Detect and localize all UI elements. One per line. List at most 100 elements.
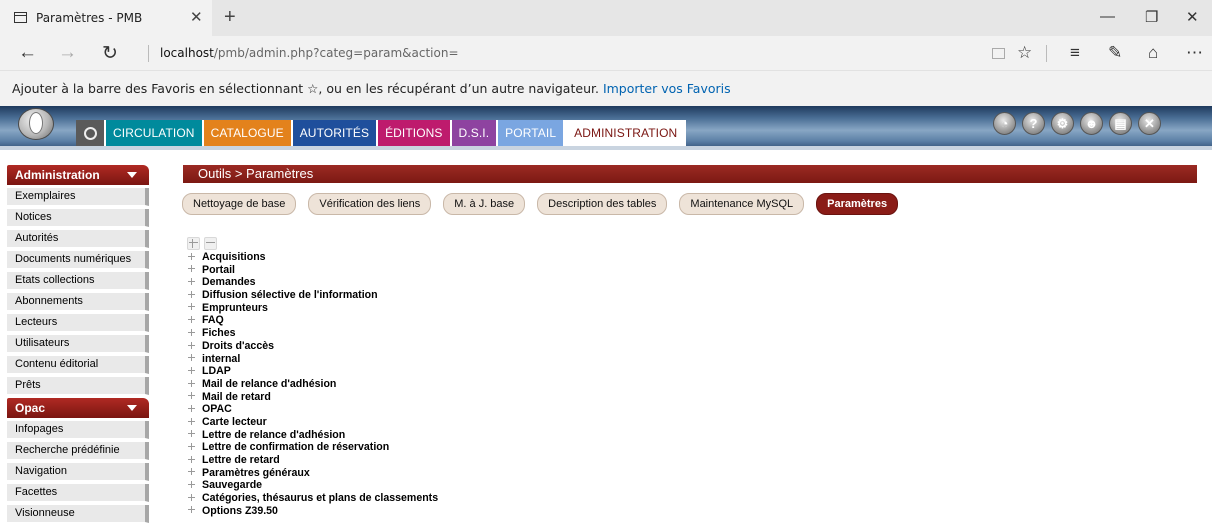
back-icon[interactable]: ←	[18, 42, 37, 64]
sidebar-item-recherche-predefinie[interactable]: Recherche prédéfinie	[7, 442, 149, 460]
expand-icon[interactable]	[187, 404, 196, 413]
tree-item[interactable]: Lettre de confirmation de réservation	[187, 441, 438, 454]
expand-icon[interactable]	[187, 379, 196, 388]
web-note-icon[interactable]: ✎	[1108, 43, 1122, 63]
sidebar-item-prets[interactable]: Prêts	[7, 377, 149, 395]
tree-item[interactable]: Mail de retard	[187, 391, 438, 404]
expand-icon[interactable]	[187, 366, 196, 375]
tree-item[interactable]: Mail de relance d'adhésion	[187, 378, 438, 391]
tab-maintenance-mysql[interactable]: Maintenance MySQL	[679, 193, 805, 215]
expand-icon[interactable]	[187, 252, 196, 261]
tree-item[interactable]: Carte lecteur	[187, 416, 438, 429]
expand-icon[interactable]	[187, 277, 196, 286]
expand-all-icon[interactable]	[187, 237, 200, 250]
tab-maj-base[interactable]: M. à J. base	[443, 193, 526, 215]
expand-icon[interactable]	[187, 505, 196, 514]
expand-icon[interactable]	[187, 442, 196, 451]
tree-item[interactable]: Options Z39.50	[187, 505, 438, 518]
sidebar-item-facettes[interactable]: Facettes	[7, 484, 149, 502]
tree-item[interactable]: LDAP	[187, 365, 438, 378]
expand-icon[interactable]	[187, 429, 196, 438]
tree-item[interactable]: OPAC	[187, 403, 438, 416]
expand-icon[interactable]	[187, 493, 196, 502]
tab-description-des-tables[interactable]: Description des tables	[537, 193, 668, 215]
tree-item[interactable]: Portail	[187, 264, 438, 277]
expand-icon[interactable]	[187, 302, 196, 311]
sidebar-item-abonnements[interactable]: Abonnements	[7, 293, 149, 311]
tree-item[interactable]: Sauvegarde	[187, 479, 438, 492]
minimize-icon[interactable]: —	[1100, 8, 1115, 25]
hub-icon[interactable]: ≡	[1070, 43, 1080, 63]
settings-gear-icon[interactable]: ⚙	[1051, 112, 1074, 135]
tree-item[interactable]: Acquisitions	[187, 251, 438, 264]
import-favorites-link[interactable]: Importer vos Favoris	[603, 81, 731, 96]
sidebar-item-exemplaires[interactable]: Exemplaires	[7, 188, 149, 206]
sidebar-item-documents-numeriques[interactable]: Documents numériques	[7, 251, 149, 269]
expand-icon[interactable]	[187, 341, 196, 350]
reading-view-icon[interactable]	[992, 48, 1005, 59]
sidebar-item-lecteurs[interactable]: Lecteurs	[7, 314, 149, 332]
menu-administration[interactable]: ADMINISTRATION	[565, 120, 687, 146]
expand-icon[interactable]	[187, 353, 196, 362]
close-tab-icon[interactable]: ✕	[190, 8, 203, 26]
tree-item[interactable]: Droits d'accès	[187, 340, 438, 353]
refresh-icon[interactable]: ↻	[102, 42, 118, 65]
expand-icon[interactable]	[187, 264, 196, 273]
expand-icon[interactable]	[187, 391, 196, 400]
tree-item[interactable]: Fiches	[187, 327, 438, 340]
tree-item[interactable]: Diffusion sélective de l'information	[187, 289, 438, 302]
tree-item[interactable]: Paramètres généraux	[187, 467, 438, 480]
tree-item[interactable]: Emprunteurs	[187, 302, 438, 315]
expand-icon[interactable]	[187, 480, 196, 489]
share-icon[interactable]: ⌂	[1148, 43, 1158, 63]
menu-dashboard[interactable]	[76, 120, 106, 146]
tab-nettoyage-de-base[interactable]: Nettoyage de base	[182, 193, 297, 215]
forward-icon[interactable]: →	[58, 42, 77, 64]
menu-editions[interactable]: ÉDITIONS	[378, 120, 452, 146]
expand-icon[interactable]	[187, 315, 196, 324]
menu-dsi[interactable]: D.S.I.	[451, 120, 499, 146]
tree-item[interactable]: Lettre de relance d'adhésion	[187, 429, 438, 442]
user-icon[interactable]: ☻	[1080, 112, 1103, 135]
url-field[interactable]: localhost/pmb/admin.php?categ=param&acti…	[160, 46, 459, 60]
sidebar-item-navigation[interactable]: Navigation	[7, 463, 149, 481]
close-window-icon[interactable]: ✕	[1186, 8, 1199, 26]
browser-tab[interactable]: Paramètres - PMB ✕	[0, 0, 212, 36]
menu-autorites[interactable]: AUTORITÉS	[292, 120, 379, 146]
sidebar-item-etats-collections[interactable]: Etats collections	[7, 272, 149, 290]
new-tab-icon[interactable]: +	[224, 6, 236, 29]
pmb-logo[interactable]	[18, 108, 54, 140]
expand-icon[interactable]	[187, 455, 196, 464]
favorite-star-icon[interactable]: ☆	[1017, 43, 1032, 63]
menu-catalogue[interactable]: CATALOGUE	[203, 120, 293, 146]
sidebar-item-autorites[interactable]: Autorités	[7, 230, 149, 248]
collapse-arrow-icon	[127, 172, 137, 178]
sidebar-section-administration[interactable]: Administration	[7, 165, 149, 185]
sidebar-item-visionneuse[interactable]: Visionneuse	[7, 505, 149, 523]
expand-icon[interactable]	[187, 290, 196, 299]
tree-item[interactable]: Demandes	[187, 276, 438, 289]
sidebar-item-contenu-editorial[interactable]: Contenu éditorial	[7, 356, 149, 374]
restore-icon[interactable]: ❐	[1145, 8, 1158, 26]
sidebar-item-utilisateurs[interactable]: Utilisateurs	[7, 335, 149, 353]
collapse-all-icon[interactable]	[204, 237, 217, 250]
expand-icon[interactable]	[187, 467, 196, 476]
sidebar-item-infopages[interactable]: Infopages	[7, 421, 149, 439]
menu-portail[interactable]: PORTAIL	[498, 120, 566, 146]
sidebar-section-opac[interactable]: Opac	[7, 398, 149, 418]
tree-item[interactable]: Catégories, thésaurus et plans de classe…	[187, 492, 438, 505]
logout-icon[interactable]: ✕	[1138, 112, 1161, 135]
tree-item[interactable]: internal	[187, 353, 438, 366]
tree-item[interactable]: Lettre de retard	[187, 454, 438, 467]
more-icon[interactable]: ⋯	[1186, 43, 1203, 63]
help-icon[interactable]: ?	[1022, 112, 1045, 135]
expand-icon[interactable]	[187, 417, 196, 426]
sidebar-item-notices[interactable]: Notices	[7, 209, 149, 227]
menu-circulation[interactable]: CIRCULATION	[106, 120, 204, 146]
tab-verification-des-liens[interactable]: Vérification des liens	[308, 193, 432, 215]
tab-parametres[interactable]: Paramètres	[816, 193, 899, 215]
expand-icon[interactable]	[187, 328, 196, 337]
tree-item[interactable]: FAQ	[187, 314, 438, 327]
history-icon[interactable]: ◔	[993, 112, 1016, 135]
notes-icon[interactable]: ▤	[1109, 112, 1132, 135]
